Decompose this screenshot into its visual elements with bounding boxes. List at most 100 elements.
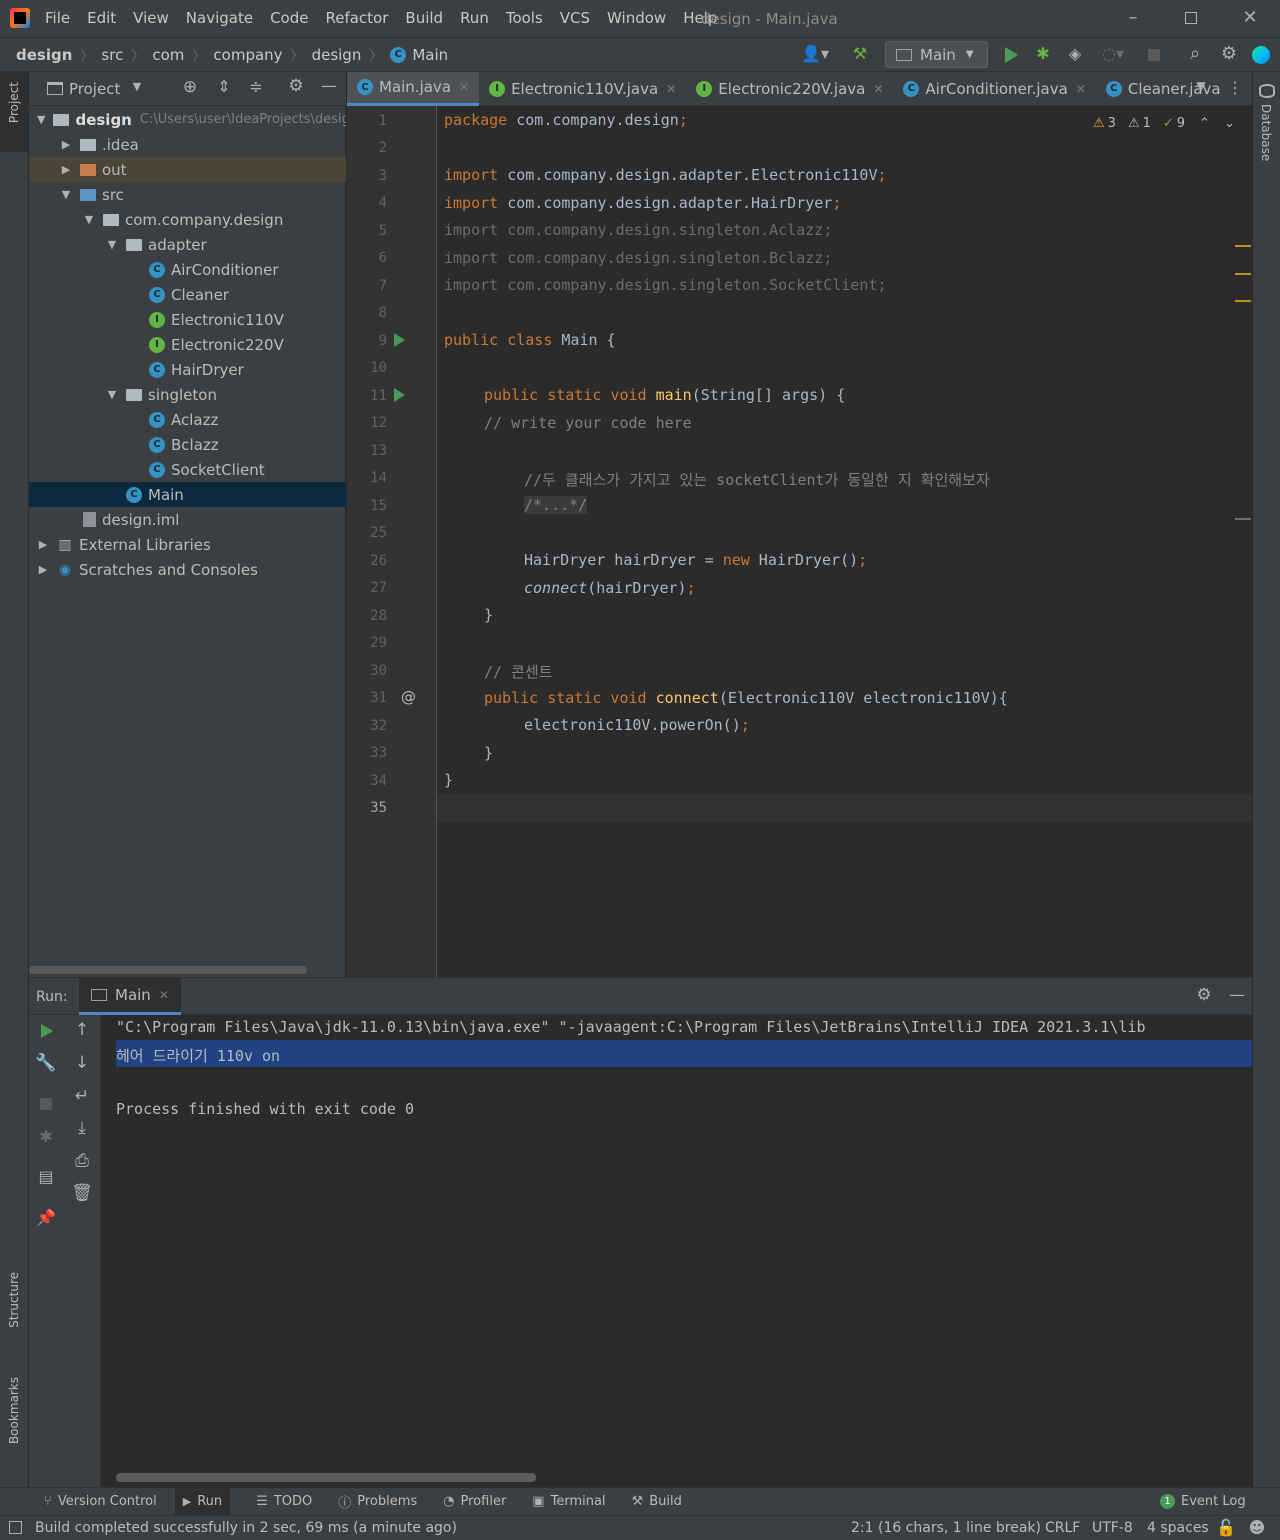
error-stripe-mark[interactable] [1235,300,1251,302]
tree-item-cleaner[interactable]: C Cleaner [29,282,346,307]
tree-item-idea[interactable]: ▶ .idea [29,132,346,157]
tree-item-scratches[interactable]: ▶ ◉ Scratches and Consoles [29,557,346,582]
tab-main-java[interactable]: C Main.java ✕ [347,71,480,106]
tree-item-socketclient[interactable]: C SocketClient [29,457,346,482]
code-with-me-icon[interactable] [1252,46,1270,64]
caret-position[interactable]: 2:1 (16 chars, 1 line break) [851,1520,1041,1536]
close-icon[interactable]: ✕ [1240,7,1260,28]
tree-item-electronic220v[interactable]: I Electronic220V [29,332,346,357]
chevron-down-icon[interactable]: ▼ [129,80,145,93]
tree-item-electronic110v[interactable]: I Electronic110V [29,307,346,332]
tree-item-root[interactable]: ▼ design C:\Users\user\IdeaProjects\desi… [29,107,346,132]
breadcrumb-company[interactable]: company [213,46,282,64]
menu-code[interactable]: Code [270,9,308,27]
layout-icon[interactable]: ▤ [35,1167,57,1186]
tab-version-control[interactable]: ⑂ Version Control [44,1494,157,1509]
toggle-tool-windows-icon[interactable] [9,1521,22,1534]
tab-todo[interactable]: ☰ TODO [256,1494,312,1509]
search-icon[interactable]: ⌕ [1184,43,1206,64]
coverage-icon[interactable]: ◈ [1064,44,1086,63]
menu-edit[interactable]: Edit [87,9,116,27]
tree-item-adapter[interactable]: ▼ adapter [29,232,346,257]
run-gutter-icon[interactable] [394,388,405,402]
tree-item-design-iml[interactable]: design.iml [29,507,346,532]
arrow-down-icon[interactable]: ↓ [71,1053,93,1073]
tree-item-src[interactable]: ▼ src [29,182,346,207]
breadcrumb-design[interactable]: design [16,46,72,64]
tree-item-out[interactable]: ▶ out [29,157,346,182]
tab-profiler[interactable]: ◔ Profiler [443,1494,506,1509]
run-tab-main[interactable]: Main ✕ [79,978,181,1015]
debug-icon[interactable]: ✱ [1032,44,1054,63]
breadcrumb-com[interactable]: com [152,46,184,64]
hide-icon[interactable]: — [1227,985,1247,1004]
collapse-all-icon[interactable]: ≑ [246,77,266,96]
structure-tool-button[interactable]: Structure [7,1272,21,1328]
tree-item-bclazz[interactable]: C Bclazz [29,432,346,457]
run-console[interactable]: "C:\Program Files\Java\jdk-11.0.13\bin\j… [101,1015,1252,1487]
line-separator[interactable]: CRLF [1045,1520,1080,1536]
menu-tools[interactable]: Tools [506,9,543,27]
close-tab-icon[interactable]: ✕ [666,82,676,96]
trash-icon[interactable]: 🗑 [71,1183,93,1203]
tree-item-hairdryer[interactable]: C HairDryer [29,357,346,382]
horizontal-scrollbar[interactable] [29,966,307,974]
tabs-dropdown-icon[interactable]: ▼ [1191,79,1211,93]
tab-electronic220v-java[interactable]: I Electronic220V.java ✕ [686,72,893,106]
error-stripe-mark[interactable] [1235,245,1251,247]
profile-icon[interactable]: ◌▾ [1096,44,1130,63]
horizontal-scrollbar[interactable] [116,1473,536,1482]
error-stripe-mark[interactable] [1235,518,1251,520]
expand-all-icon[interactable]: ⇕ [214,77,234,96]
tab-electronic110v-java[interactable]: I Electronic110V.java ✕ [479,72,686,106]
close-tab-icon[interactable]: ✕ [459,80,469,94]
gear-icon[interactable]: ⚙ [1194,985,1214,1005]
code-line-15-folded[interactable]: /*...*/ [524,496,588,514]
tree-item-airconditioner[interactable]: C AirConditioner [29,257,346,282]
run-icon[interactable] [1005,47,1018,63]
close-tab-icon[interactable]: ✕ [873,82,883,96]
menu-navigate[interactable]: Navigate [186,9,253,27]
close-tab-icon[interactable]: ✕ [1076,82,1086,96]
menu-window[interactable]: Window [607,9,666,27]
unlock-icon[interactable]: 🔓 [1216,1518,1236,1537]
tree-item-package[interactable]: ▼ com.company.design [29,207,346,232]
breadcrumb-design-pkg[interactable]: design [312,46,362,64]
build-hammer-icon[interactable]: ⚒ [848,44,872,63]
tab-run[interactable]: ▶ Run [174,1488,231,1515]
tree-item-aclazz[interactable]: C Aclazz [29,407,346,432]
inspector-icon[interactable]: ☻ [1246,1518,1268,1537]
tab-problems[interactable]: ⓘ Problems [338,1492,417,1511]
implementing-method-icon[interactable]: @ [401,688,416,706]
inspection-widget[interactable]: ⚠ 3 ⚠ 1 ✓ 9 ⌃ ⌄ [1093,116,1235,131]
gear-icon[interactable]: ⚙ [1218,43,1240,64]
file-encoding[interactable]: UTF-8 [1092,1520,1133,1536]
pin-icon[interactable]: 📌 [35,1208,57,1227]
locate-icon[interactable]: ⊕ [180,77,200,97]
minimize-icon[interactable]: – [1124,7,1142,28]
debug-icon[interactable]: ✱ [35,1127,57,1146]
project-tool-button[interactable]: Project [0,72,29,152]
tree-item-external-libraries[interactable]: ▶ ▥ External Libraries [29,532,346,557]
gear-icon[interactable]: ⚙ [286,76,306,96]
chevron-up-icon[interactable]: ⌃ [1199,116,1210,131]
indent-setting[interactable]: 4 spaces [1147,1520,1209,1536]
stop-icon[interactable] [40,1098,52,1110]
print-icon[interactable]: ⎙ [71,1151,93,1171]
menu-build[interactable]: Build [405,9,443,27]
error-stripe-mark[interactable] [1235,273,1251,275]
close-tab-icon[interactable]: ✕ [159,988,169,1002]
menu-file[interactable]: File [45,9,70,27]
breadcrumb-src[interactable]: src [101,46,123,64]
tab-build[interactable]: ⚒ Build [632,1494,682,1509]
run-config-select[interactable]: Main ▼ [885,41,988,68]
menu-view[interactable]: View [133,9,169,27]
scroll-to-end-icon[interactable]: ⤓ [71,1118,93,1138]
project-view-select[interactable]: Project [69,80,120,98]
hide-icon[interactable]: — [319,76,339,95]
chevron-down-icon[interactable]: ⌄ [1224,116,1235,131]
intellij-idea-icon[interactable] [10,8,30,28]
tree-item-singleton[interactable]: ▼ singleton [29,382,346,407]
stop-icon[interactable] [1148,49,1160,61]
event-log-button[interactable]: 1 Event Log [1160,1494,1246,1509]
